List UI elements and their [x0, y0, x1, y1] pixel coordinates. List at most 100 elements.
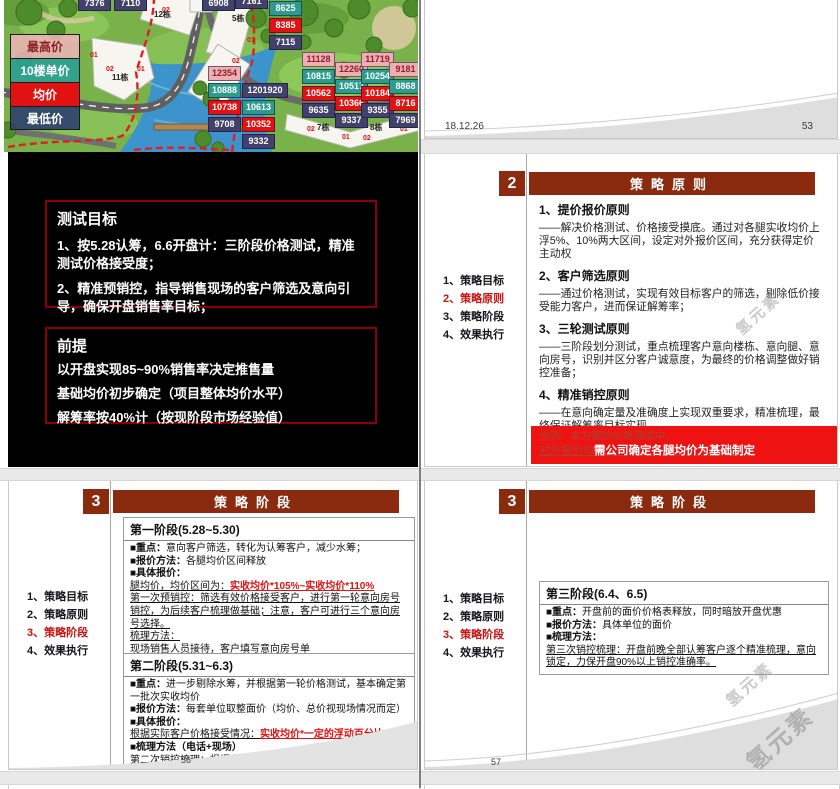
principle-title: 1、提价报价原则: [539, 201, 821, 218]
price-tag: 1201920: [242, 83, 288, 98]
map-price-legend: 最高价 10楼单价 均价 最低价: [10, 34, 80, 130]
slide-thumbnail-stages-1-2[interactable]: 3 策略阶段 1、策略目标 2、策略原则 3、策略阶段 4、效果执行 第一阶段(5.2…: [8, 480, 418, 770]
stage-text-line: 第三次销控梳理：开盘前晚全部认筹客户逐个精准梳理，意向锁定，力保开盘90%以上销…: [546, 645, 822, 670]
box-title: 前提: [57, 335, 365, 356]
price-tag: 10613: [242, 100, 275, 115]
agenda-item: 4、效果执行: [27, 645, 117, 658]
agenda-item: 1、策略目标: [27, 591, 117, 604]
stage-text-line: ■具体报价：: [130, 717, 408, 730]
stage-1-box: 第一阶段(5.28~5.30) ■重点：意向客户筛选，转化为认筹客户，减少水筹；…: [123, 517, 415, 674]
stage-text-line: 根据实际客户价格接受情况：实收均价*一定的浮动百分比: [130, 729, 408, 742]
slide-agenda-nav: 1、策略目标 2、策略原则 3、策略阶段 4、效果执行: [27, 591, 117, 663]
slide-thumbnail-map[interactable]: 最高价 10楼单价 均价 最低价 73767110690871618625838…: [4, 0, 418, 152]
price-tag: 10815: [302, 69, 335, 84]
price-tag: 7969: [389, 113, 418, 128]
unit-marker: 01: [247, 37, 255, 44]
legend-10th-floor-price: 10楼单价: [10, 58, 80, 82]
slide-thumbnail-stage-3[interactable]: 3 策略阶段 1、策略目标2、策略原则3、策略阶段4、效果执行 第三阶段(6.4…: [424, 480, 838, 770]
watermark: 氢元素: [737, 697, 821, 770]
unit-marker: 02: [232, 58, 240, 65]
box-title: 测试目标: [57, 208, 365, 229]
slide-agenda-nav: 1、策略目标 2、策略原则 3、策略阶段 4、效果执行: [443, 275, 533, 347]
price-tag: 10562: [302, 86, 335, 101]
agenda-item: 3、策略阶段: [27, 627, 117, 640]
row-gap: [421, 139, 840, 154]
stage-text-line: 第一次预销控：筛选有效价格接受客户，进行第一轮意向房号销控，为后续客户梳理做基础…: [130, 593, 408, 631]
building-label: 7栋: [317, 122, 329, 133]
premise-2: 基础均价初步确定（项目整体均价水平）: [57, 385, 365, 403]
agenda-item: 1、策略目标: [443, 275, 533, 288]
column-divider: [419, 0, 421, 788]
stage-text-line: ■具体报价：: [130, 568, 408, 581]
price-tag: 10352: [242, 117, 275, 132]
unit-marker: 02: [307, 126, 315, 133]
agenda-item: 4、效果执行: [443, 329, 533, 342]
legend-average-price: 均价: [10, 82, 80, 106]
price-tag: 12354: [208, 66, 241, 81]
note-line-2: 对外报价均需公司确定各腿均价为基础制定: [539, 443, 829, 459]
stage-text-line: ■报价方法：每套单位取整面价（均价、总价视现场情况而定）: [130, 704, 408, 717]
price-tag: 8385: [269, 18, 302, 33]
stage-text-line: 第二次销控梳理：根据客户筹号，采用日更新客户意向梳理；: [130, 755, 408, 768]
page-number: 53: [802, 121, 813, 132]
principles-list: 1、提价报价原则——解决价格测试、价格接受摸底。通过对各腿实收均价上浮5%、10…: [539, 195, 821, 436]
slide-title: 策略阶段: [529, 490, 815, 513]
section-number: 3: [83, 489, 109, 514]
price-tag: 7161: [235, 0, 268, 9]
objective-1: 1、按5.28认筹，6.6开盘计：三阶段价格测试，精准测试价格接受度；: [57, 237, 365, 273]
agenda-item: 2、策略原则: [443, 293, 533, 306]
note-banner: 说明：本方案的价格测试中， 对外报价均需公司确定各腿均价为基础制定: [531, 426, 837, 464]
section-number: 2: [499, 171, 525, 196]
price-tag: 8868: [389, 79, 418, 94]
stage-body: ■重点：开盘前的面价价格表释放，同时暗放开盘优惠■报价方法：具体单位的面价■梳理…: [540, 605, 828, 674]
price-tag: 11128: [302, 52, 335, 67]
stage-text-line: ■重点：意向客户筛选，转化为认筹客户，减少水筹；: [130, 543, 408, 556]
price-tag: 9181: [389, 62, 418, 77]
premise-1: 以开盘实现85~90%销售率决定推售量: [57, 361, 365, 379]
price-tag: 8625: [269, 1, 302, 16]
stage-2-box: 第二阶段(5.31~6.3) ■重点：进一步剔除水筹，并根据第一轮价格测试，基本…: [123, 653, 415, 770]
stage-text-line: 腿均价，均价区间为：实收均价*105%~实收均价*110%: [130, 581, 408, 594]
premise-box: 前提 以开盘实现85~90%销售率决定推售量 基础均价初步确定（项目整体均价水平…: [45, 327, 377, 424]
slide-agenda-nav: 1、策略目标2、策略原则3、策略阶段4、效果执行: [443, 593, 533, 665]
principle-body: ——三阶段划分测试，重点梳理客户意向楼栋、意向腿、意向房号，识别并区分客户诚意度…: [539, 341, 821, 380]
legend-highest-price: 最高价: [10, 34, 80, 58]
agenda-item: 2、策略原则: [443, 611, 533, 624]
principle-body: ——通过价格测试，实现有效目标客户的筛选，剔除低价接受能力客户，进而保证解筹率；: [539, 288, 821, 314]
slide-thumbnail-principles[interactable]: 2 策略原则 1、策略目标 2、策略原则 3、策略阶段 4、效果执行 1、提价报价原则…: [424, 152, 838, 467]
building-label: 8栋: [370, 122, 382, 133]
price-tag: 9708: [208, 117, 241, 132]
page-number: 56: [181, 755, 191, 765]
unit-marker: 02: [363, 135, 371, 142]
premise-3: 解筹率按40%计（按现阶段市场经验值）: [57, 409, 365, 427]
price-tag: 9332: [242, 134, 275, 149]
slide-thumbnail-53[interactable]: 18.12.26 53: [424, 0, 838, 139]
agenda-item: 2、策略原则: [27, 609, 117, 622]
price-tag: 7376: [78, 0, 111, 11]
building-label: 5栋: [232, 13, 244, 24]
stage-text-line: ■报价方法：具体单位的面价: [546, 620, 822, 633]
stage-text-line: ■报价方法：各腿均价区间释放: [130, 556, 408, 569]
footer-swoosh: [425, 93, 838, 138]
test-objectives-box: 测试目标 1、按5.28认筹，6.6开盘计：三阶段价格测试，精准测试价格接受度；…: [45, 200, 377, 308]
note-line-1: 说明：本方案的价格测试中，: [539, 429, 829, 443]
unit-marker: 01: [90, 52, 98, 59]
price-tag: 10888: [208, 83, 241, 98]
unit-marker: 02: [162, 7, 170, 14]
agenda-item: 3、策略阶段: [443, 311, 533, 324]
stage-text-line: ■梳理方法（电话+现场）: [130, 742, 408, 755]
principle-title: 4、精准销控原则: [539, 386, 821, 403]
slide-thumbnail-objectives[interactable]: 测试目标 1、按5.28认筹，6.6开盘计：三阶段价格测试，精准测试价格接受度；…: [8, 152, 418, 467]
section-number: 3: [499, 489, 525, 514]
stage-text-line: ■重点：进一步剔除水筹，并根据第一轮价格测试，基本确定第一批次实收均价: [130, 679, 408, 704]
stage-body: ■重点：进一步剔除水筹，并根据第一轮价格测试，基本确定第一批次实收均价■报价方法…: [124, 677, 414, 770]
stage-title: 第二阶段(5.31~6.3): [124, 654, 414, 677]
objective-2: 2、精准预销控，指导销售现场的客户筛选及意向引导，确保开盘销售率目标；: [57, 280, 365, 316]
slide-title: 策略阶段: [113, 490, 399, 513]
price-tag: 6908: [202, 0, 235, 11]
price-tag: 10738: [208, 100, 241, 115]
agenda-item: 3、策略阶段: [443, 629, 533, 642]
slide-title: 策略原则: [529, 172, 815, 195]
agenda-item: 4、效果执行: [443, 647, 533, 660]
principle-title: 3、三轮测试原则: [539, 320, 821, 337]
